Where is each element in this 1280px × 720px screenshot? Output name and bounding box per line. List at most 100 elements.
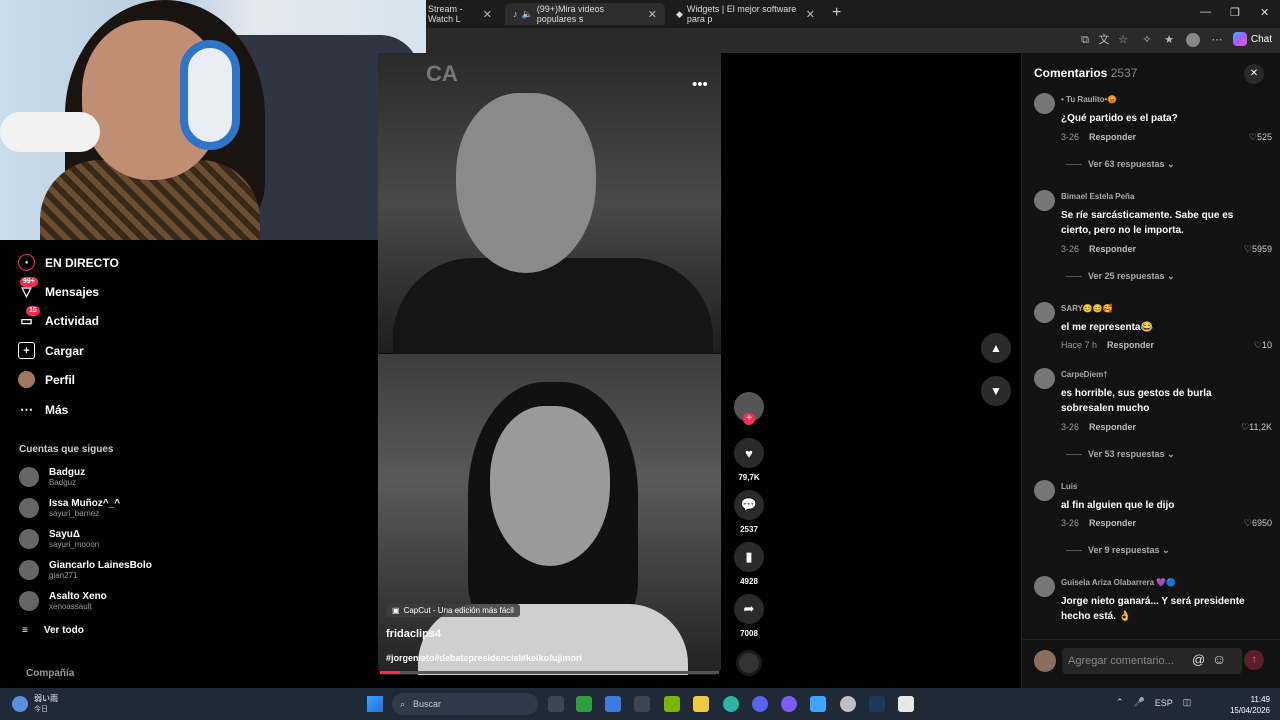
- close-window-icon[interactable]: ✕: [1260, 6, 1269, 19]
- steam-icon[interactable]: [869, 696, 885, 712]
- comment-like-button[interactable]: ♡5959: [1226, 244, 1272, 255]
- store-icon[interactable]: [605, 696, 621, 712]
- mention-icon[interactable]: @: [1192, 652, 1205, 667]
- comment-like-button[interactable]: ♡10: [1226, 340, 1272, 351]
- app-icon[interactable]: [898, 696, 914, 712]
- file-explorer-icon[interactable]: [693, 696, 709, 712]
- maximize-icon[interactable]: ❐: [1230, 6, 1240, 19]
- copilot-chat-button[interactable]: Chat: [1232, 32, 1272, 46]
- follow-button[interactable]: +: [743, 413, 755, 425]
- obs-icon[interactable]: [840, 696, 856, 712]
- comment-like-button[interactable]: ♡525: [1226, 132, 1272, 143]
- send-button[interactable]: ↑: [1244, 650, 1264, 670]
- emoji-icon[interactable]: ☺: [1212, 651, 1226, 667]
- tab-stream[interactable]: Stream - Watch L ✕: [420, 3, 500, 25]
- profile-avatar-icon[interactable]: [1186, 33, 1200, 47]
- chevron-up-icon[interactable]: ⌃: [1116, 697, 1124, 708]
- sidebar-item-upload[interactable]: + Cargar: [18, 342, 84, 359]
- avatar[interactable]: [1034, 368, 1055, 389]
- comment-user[interactable]: CarpeDiem†: [1061, 370, 1108, 379]
- view-replies-button[interactable]: Ver 53 respuestas ⌄: [1066, 449, 1175, 460]
- xbox-icon[interactable]: [576, 696, 592, 712]
- translate-icon[interactable]: 文: [1097, 33, 1111, 47]
- sidebar-item-messages[interactable]: ▽ 99+ Mensajes: [18, 277, 99, 300]
- speaker-icon[interactable]: 🔈: [522, 9, 533, 20]
- favorites-icon[interactable]: ★: [1162, 33, 1176, 47]
- tiktok-icon: ♪: [513, 9, 518, 19]
- network-icon[interactable]: ◫: [1183, 697, 1192, 708]
- followed-account[interactable]: Issa Muñoz^_^ sayuri_barnez: [19, 498, 120, 518]
- reply-button[interactable]: Responder: [1089, 422, 1136, 432]
- reply-button[interactable]: Responder: [1089, 132, 1136, 142]
- followed-account[interactable]: Giancarlo LainesBolo gian271: [19, 560, 152, 580]
- like-button[interactable]: ♥ 79,7K: [734, 438, 764, 482]
- tab-tiktok[interactable]: ♪ 🔈 (99+)Mira videos populares s ✕: [505, 3, 665, 25]
- followed-account[interactable]: Asalto Xeno xenoassault: [19, 591, 107, 611]
- avatar[interactable]: [1034, 480, 1055, 501]
- view-replies-button[interactable]: Ver 25 respuestas ⌄: [1066, 271, 1175, 282]
- sidebar-item-profile[interactable]: Perfil: [18, 371, 75, 388]
- capcut-tag[interactable]: ▣ CapCut - Una edición más fácil: [386, 604, 520, 617]
- reply-button[interactable]: Responder: [1089, 244, 1136, 254]
- app-icon[interactable]: [781, 696, 797, 712]
- close-icon[interactable]: ✕: [483, 8, 492, 21]
- task-view-icon[interactable]: [548, 696, 564, 712]
- video-author[interactable]: fridaclips4: [386, 628, 441, 640]
- windows-start-icon[interactable]: [367, 696, 383, 712]
- menu-icon[interactable]: ⋯: [1210, 33, 1224, 47]
- tab-widgets[interactable]: ◆ Widgets | El mejor software para p ✕: [668, 3, 823, 25]
- company-link[interactable]: Compañía: [26, 668, 74, 679]
- close-comments-button[interactable]: ✕: [1244, 64, 1264, 84]
- video-hashtags[interactable]: #jorgenieto#debatepresidencial#keikofuji…: [386, 653, 582, 663]
- comment-user[interactable]: Luis: [1061, 482, 1077, 491]
- comment-like-button[interactable]: ♡6950: [1226, 518, 1272, 529]
- weather-day: 今日: [34, 706, 48, 713]
- music-disc-icon[interactable]: [736, 650, 762, 676]
- previous-video-button[interactable]: ▲: [981, 333, 1011, 363]
- followed-account[interactable]: Badguz Badguz: [19, 467, 85, 487]
- discord-icon[interactable]: [752, 696, 768, 712]
- comment-user[interactable]: SARY😊😊🥰: [1061, 304, 1113, 313]
- microphone-icon[interactable]: 🎤: [1134, 697, 1145, 708]
- followed-account[interactable]: SayuΔ sayuri_mooon: [19, 529, 99, 549]
- close-icon[interactable]: ✕: [806, 8, 815, 21]
- reply-button[interactable]: Responder: [1089, 518, 1136, 528]
- save-button[interactable]: ▮ 4928: [734, 542, 764, 586]
- next-video-button[interactable]: ▼: [981, 376, 1011, 406]
- sidebar-item-activity[interactable]: ▭ 15 Actividad: [18, 306, 99, 329]
- edge-icon[interactable]: [723, 696, 739, 712]
- view-replies-button[interactable]: Ver 63 respuestas ⌄: [1066, 159, 1175, 170]
- taskbar-search[interactable]: ⌕ Buscar: [392, 693, 538, 715]
- app-icon[interactable]: [810, 696, 826, 712]
- puzzle-icon[interactable]: ✧: [1140, 33, 1154, 47]
- clock[interactable]: 11:49 15/04/2026: [1220, 694, 1270, 716]
- comment-user[interactable]: • Tu Raulito•😡: [1061, 95, 1117, 104]
- avatar[interactable]: [1034, 190, 1055, 211]
- avatar[interactable]: [1034, 302, 1055, 323]
- video-progress-bar[interactable]: [380, 671, 719, 674]
- comment-button[interactable]: 💬 2537: [734, 490, 764, 534]
- close-icon[interactable]: ✕: [648, 8, 657, 21]
- video-player[interactable]: CA: [378, 53, 721, 675]
- avatar[interactable]: [1034, 93, 1055, 114]
- minimize-icon[interactable]: —: [1200, 6, 1211, 18]
- sidebar-item-live[interactable]: ● EN DIRECTO: [18, 254, 119, 271]
- nvidia-icon[interactable]: [664, 696, 680, 712]
- weather-widget[interactable]: 弱い雨 今日: [12, 693, 58, 714]
- see-all-link[interactable]: ≡ Ver todo: [22, 625, 84, 636]
- language-indicator[interactable]: ESP: [1155, 698, 1173, 708]
- view-replies-button[interactable]: Ver 9 respuestas ⌄: [1066, 545, 1170, 556]
- reply-button[interactable]: Responder: [1107, 340, 1154, 350]
- comment-user[interactable]: Guisela Ariza Olabarrera 💜🔵: [1061, 578, 1176, 587]
- more-options-button[interactable]: •••: [692, 76, 708, 93]
- comment-like-button[interactable]: ♡11,2K: [1226, 422, 1272, 433]
- sidebar-item-more[interactable]: ⋯ Más: [18, 401, 68, 418]
- extension-icon[interactable]: ⧉: [1078, 33, 1092, 47]
- avatar[interactable]: [1034, 576, 1055, 597]
- heart-icon: ♥: [734, 438, 764, 468]
- comment-user[interactable]: Bimael Estela Peña: [1061, 192, 1134, 201]
- star-icon[interactable]: ☆: [1116, 33, 1130, 47]
- new-tab-button[interactable]: +: [832, 4, 841, 22]
- share-button[interactable]: ➦ 7008: [734, 594, 764, 638]
- app-icon[interactable]: [634, 696, 650, 712]
